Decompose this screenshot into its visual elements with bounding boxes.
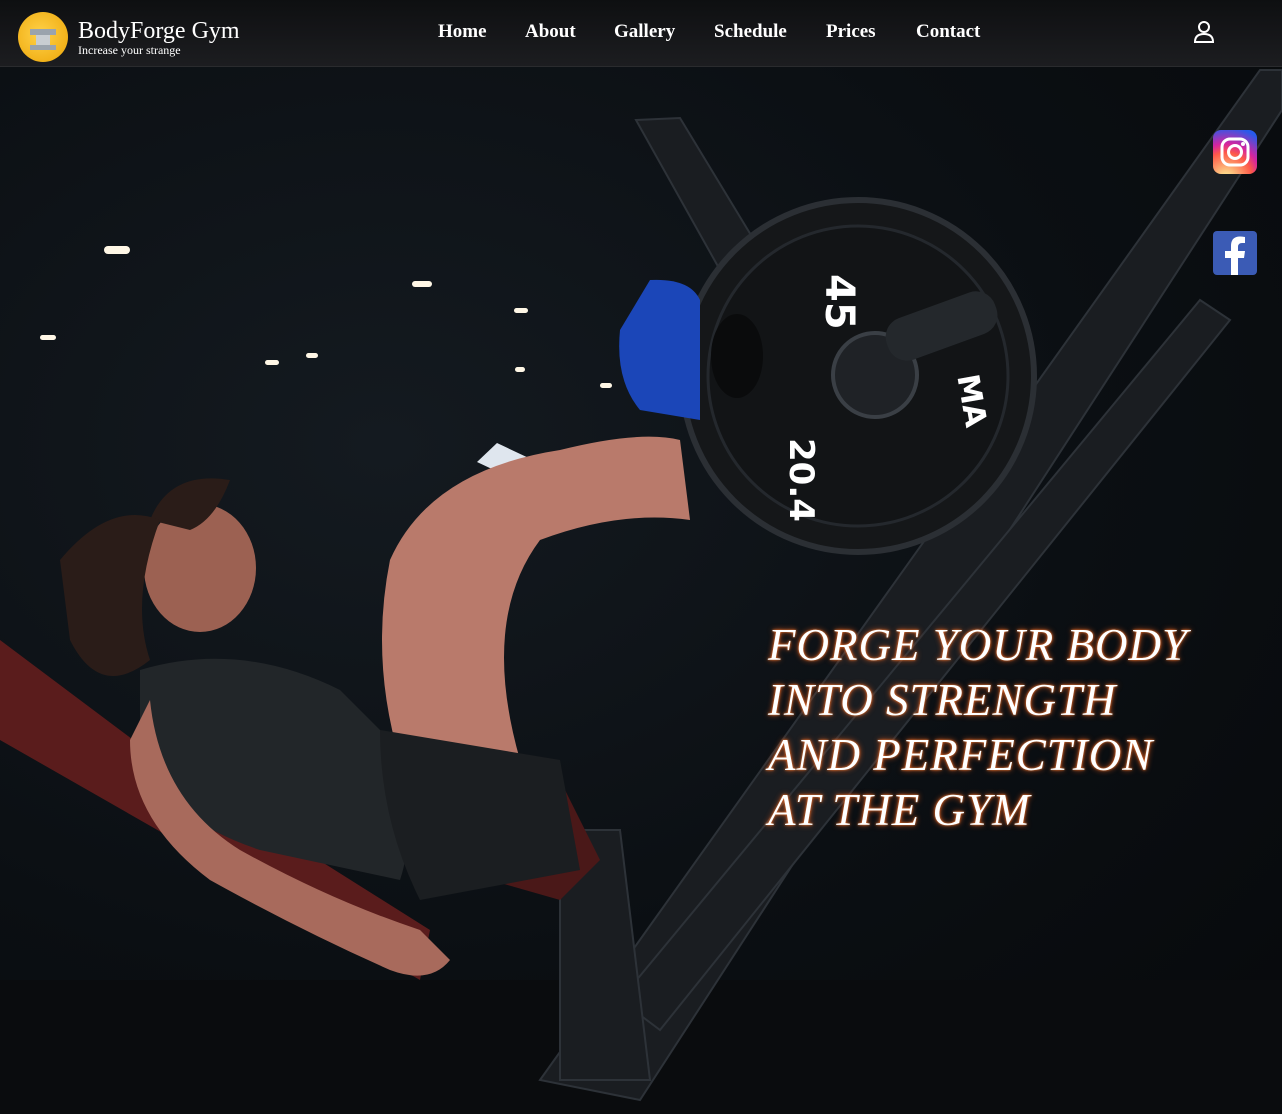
- facebook-icon[interactable]: [1213, 231, 1257, 275]
- hero-headline: FORGE YOUR BODY INTO STRENGTH AND PERFEC…: [768, 620, 1188, 835]
- user-account-icon[interactable]: [1193, 20, 1215, 44]
- instagram-icon[interactable]: [1213, 130, 1257, 174]
- brand-title[interactable]: BodyForge Gym: [78, 17, 240, 45]
- nav-link-gallery[interactable]: Gallery: [614, 20, 675, 44]
- ceiling-lights: [40, 246, 612, 478]
- top-navbar: BodyForge Gym Increase your strange Home…: [0, 0, 1282, 67]
- plate-number-45: 45: [816, 274, 862, 330]
- nav-link-contact[interactable]: Contact: [916, 20, 980, 44]
- nav-link-home[interactable]: Home: [438, 20, 487, 44]
- gym-logo-icon[interactable]: [18, 12, 68, 62]
- nav-link-prices[interactable]: Prices: [826, 20, 876, 44]
- hero-illustration: 45 20.4 MA: [0, 69, 1282, 1114]
- brand-subtitle: Increase your strange: [78, 43, 181, 57]
- weight-plate: 45 20.4 MA: [679, 197, 1037, 555]
- nav-link-about[interactable]: About: [525, 20, 576, 44]
- plate-number-20-4: 20.4: [781, 438, 821, 522]
- nav-link-schedule[interactable]: Schedule: [714, 20, 787, 44]
- hero-background-image: 45 20.4 MA: [0, 0, 1282, 1114]
